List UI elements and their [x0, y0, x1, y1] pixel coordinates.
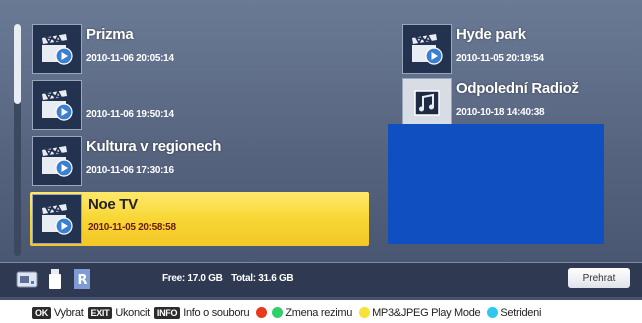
video-clapper-icon — [32, 24, 82, 74]
total-space: Total: 31.6 GB — [231, 273, 294, 284]
ok-label: Vybrat — [53, 306, 84, 319]
video-clapper-icon — [402, 24, 452, 74]
info-label: Info o souboru — [183, 306, 250, 319]
scrollbar-thumb[interactable] — [14, 24, 21, 104]
media-browser-screen: Prizma 2010-11-06 20:05:14 2010-11-06 19… — [0, 0, 642, 300]
video-clapper-icon — [32, 136, 82, 186]
info-key: INFO — [153, 306, 181, 319]
yellow-button-icon — [359, 307, 371, 318]
file-date: 2010-11-06 20:05:14 — [86, 53, 174, 64]
video-clapper-icon — [32, 80, 82, 130]
hdd-device-icon[interactable] — [16, 269, 38, 289]
scrollbar[interactable] — [14, 24, 21, 256]
blue-button-icon — [487, 307, 499, 318]
status-bar: R Free: 17.0 GB Total: 31.6 GB Prehrat — [0, 262, 642, 297]
file-item[interactable]: 2010-11-06 19:50:14 — [32, 80, 362, 132]
free-space: Free: 17.0 GB — [162, 273, 223, 284]
mode-label: Zmena rezimu — [285, 306, 353, 319]
file-date: 2010-11-06 17:30:16 — [86, 165, 174, 176]
ok-key: OK — [32, 306, 51, 319]
music-note-icon — [402, 78, 452, 128]
file-item-hyde-park[interactable]: Hyde park 2010-11-05 20:19:54 — [402, 24, 632, 76]
recordings-device-icon[interactable]: R — [74, 269, 90, 289]
file-title: Prizma — [86, 26, 134, 43]
remote-help-bar: OK Vybrat EXIT Ukoncit INFO Info o soubo… — [0, 302, 642, 323]
usb-device-icon[interactable] — [48, 269, 62, 289]
preview-pane — [388, 124, 604, 244]
file-item-odpoledni-radioz[interactable]: Odpolední Radiož 2010-10-18 14:40:38 — [402, 78, 632, 130]
svg-text:R: R — [78, 273, 88, 288]
play-mode-label: MP3&JPEG Play Mode — [372, 306, 481, 319]
exit-key: EXIT — [87, 306, 113, 319]
video-clapper-icon — [32, 194, 82, 244]
red-button-icon — [256, 307, 268, 318]
file-item-noe-tv-selected[interactable]: Noe TV 2010-11-05 20:58:58 — [30, 192, 369, 246]
storage-info: Free: 17.0 GB Total: 31.6 GB — [162, 273, 299, 284]
green-button-icon — [272, 307, 284, 318]
file-title: Hyde park — [456, 26, 526, 43]
file-date: 2010-11-05 20:58:58 — [88, 222, 176, 233]
file-title: Kultura v regionech — [86, 138, 222, 155]
file-date: 2010-11-05 20:19:54 — [456, 53, 544, 64]
file-title: Odpolední Radiož — [456, 80, 579, 97]
file-item-prizma[interactable]: Prizma 2010-11-06 20:05:14 — [32, 24, 362, 76]
sort-label: Setrideni — [500, 306, 542, 319]
file-date: 2010-10-18 14:40:38 — [456, 107, 545, 118]
file-date: 2010-11-06 19:50:14 — [86, 109, 174, 120]
play-button[interactable]: Prehrat — [568, 268, 630, 288]
file-title: Noe TV — [88, 196, 138, 213]
file-item-kultura-v-regionech[interactable]: Kultura v regionech 2010-11-06 17:30:16 — [32, 136, 362, 188]
exit-label: Ukoncit — [115, 306, 150, 319]
